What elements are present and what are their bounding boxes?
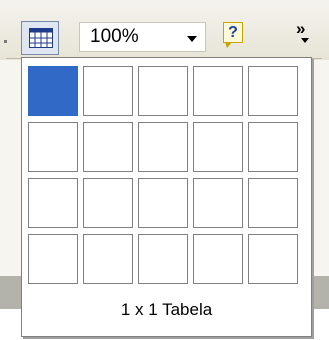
table-size-cell-r4-c3[interactable] [138,234,188,284]
table-size-cell-r1-c5[interactable] [248,66,298,116]
table-size-cell-r1-c3[interactable] [138,66,188,116]
toolbar-grip [4,40,7,43]
table-size-label: 1 x 1 Tabela [120,300,213,319]
table-size-cell-r1-c1[interactable] [28,66,78,116]
table-size-cell-r1-c2[interactable] [83,66,133,116]
toolbar: 100% ? » [0,0,329,60]
table-size-cell-r3-c3[interactable] [138,178,188,228]
table-size-cell-r3-c4[interactable] [193,178,243,228]
chevron-down-icon[interactable] [187,36,197,42]
insert-table-button[interactable] [21,21,59,55]
table-size-cell-r2-c3[interactable] [138,122,188,172]
table-size-picker: 1 x 1 Tabela [21,57,312,337]
overflow-arrow-icon [301,38,309,43]
help-icon: ? [223,22,243,43]
table-size-cell-r4-c4[interactable] [193,234,243,284]
table-size-cell-r4-c1[interactable] [28,234,78,284]
table-size-grid [28,66,298,284]
toolbar-overflow-icon: » [296,19,306,38]
toolbar-overflow-button[interactable]: » [296,19,314,50]
table-size-cell-r4-c2[interactable] [83,234,133,284]
zoom-select[interactable]: 100% [79,22,206,52]
table-size-cell-r3-c5[interactable] [248,178,298,228]
table-size-cell-r2-c5[interactable] [248,122,298,172]
table-size-cell-r1-c4[interactable] [193,66,243,116]
table-size-cell-r2-c1[interactable] [28,122,78,172]
table-size-cell-r3-c1[interactable] [28,178,78,228]
table-size-cell-r2-c4[interactable] [193,122,243,172]
help-button[interactable]: ? [222,21,248,49]
table-grid-icon [29,28,53,48]
help-icon-tail [225,42,232,48]
table-size-cell-r2-c2[interactable] [83,122,133,172]
table-size-cell-r4-c5[interactable] [248,234,298,284]
zoom-value: 100% [90,26,139,47]
table-size-cell-r3-c2[interactable] [83,178,133,228]
